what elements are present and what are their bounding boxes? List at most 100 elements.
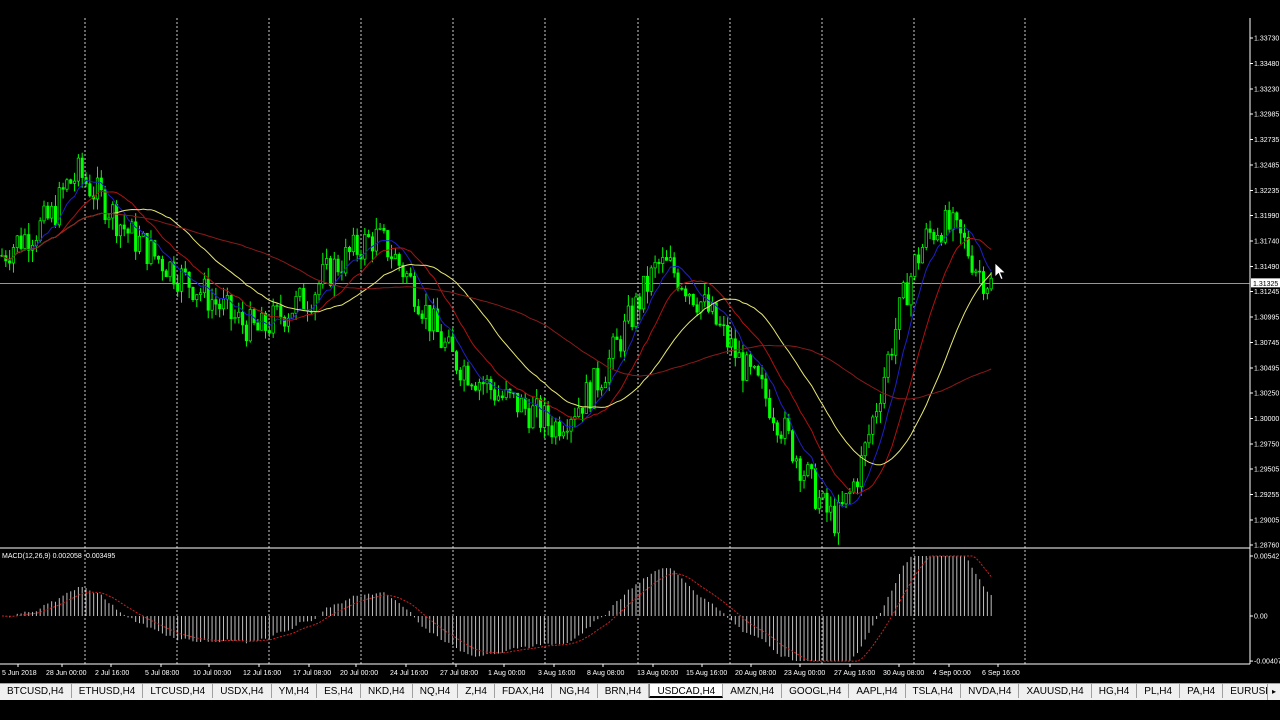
candle-body <box>229 295 233 320</box>
candle-body <box>630 305 634 328</box>
chart-tab-z-h4[interactable]: Z,H4 <box>458 684 495 698</box>
chart-tab-brn-h4[interactable]: BRN,H4 <box>598 684 650 698</box>
candle-body <box>936 235 940 241</box>
chart-tab-nkd-h4[interactable]: NKD,H4 <box>361 684 413 698</box>
candle-body <box>768 397 772 419</box>
chart-tab-usdcad-h4[interactable]: USDCAD,H4 <box>649 684 724 698</box>
price-tick-label: 1.31490 <box>1254 264 1279 271</box>
candle-body <box>798 458 802 481</box>
candle-body <box>561 431 565 437</box>
chart-tab-ethusd-h4[interactable]: ETHUSD,H4 <box>72 684 144 698</box>
chart-tab-amzn-h4[interactable]: AMZN,H4 <box>723 684 783 698</box>
candle-body <box>15 235 19 248</box>
price-tick-label: 1.30000 <box>1254 416 1279 423</box>
candle-body <box>680 287 684 290</box>
candle-body <box>53 206 58 226</box>
chart-tab-ng-h4[interactable]: NG,H4 <box>552 684 598 698</box>
candle-body <box>443 341 447 348</box>
candle-body <box>833 505 837 534</box>
candle-body <box>233 317 237 320</box>
chart-tab-nq-h4[interactable]: NQ,H4 <box>413 684 459 698</box>
candle-body <box>813 468 818 509</box>
candle-body <box>451 336 455 352</box>
candle-body <box>810 464 814 469</box>
chart-tab-ym-h4[interactable]: YM,H4 <box>272 684 318 698</box>
chart-tab-xauusd-h4[interactable]: XAUUSD,H4 <box>1019 684 1092 698</box>
time-tick-label: 15 Aug 16:00 <box>686 670 727 677</box>
candle-body <box>187 271 191 288</box>
candle-body <box>737 352 741 358</box>
price-tick-label: 1.30250 <box>1254 391 1279 398</box>
candle-body <box>336 258 340 273</box>
price-tick-label: 1.32485 <box>1254 163 1279 170</box>
candle-body <box>928 228 932 233</box>
candle-body <box>546 405 550 427</box>
candle-body <box>218 303 222 310</box>
candle-body <box>294 296 298 314</box>
chart-tab-usdx-h4[interactable]: USDX,H4 <box>213 684 272 698</box>
candle-body <box>351 234 355 253</box>
price-chart[interactable]: 1.33730 1.33480 1.33230 1.32985 1.32735 1.324… <box>0 0 1280 683</box>
candle-body <box>989 277 993 290</box>
candle-body <box>176 283 180 292</box>
chart-tab-ltcusd-h4[interactable]: LTCUSD,H4 <box>143 684 214 698</box>
candle-body <box>966 237 970 257</box>
candle-body <box>855 481 860 487</box>
candle-body <box>519 397 523 413</box>
candle-body <box>668 257 672 261</box>
time-tick-label: 4 Sep 00:00 <box>933 670 971 677</box>
candle-body <box>676 272 680 289</box>
candle-body <box>852 481 856 493</box>
chart-tab-tsla-h4[interactable]: TSLA,H4 <box>906 684 962 698</box>
chart-tab-fdax-h4[interactable]: FDAX,H4 <box>495 684 553 698</box>
candle-body <box>363 234 367 260</box>
candle-body <box>355 234 359 255</box>
candle-body <box>558 421 562 437</box>
chart-tab-nvda-h4[interactable]: NVDA,H4 <box>961 684 1020 698</box>
chart-tab-es-h4[interactable]: ES,H4 <box>317 684 362 698</box>
candle-body <box>684 288 688 297</box>
candle-body <box>439 331 443 348</box>
candle-body <box>69 179 73 184</box>
chart-tab-aapl-h4[interactable]: AAPL,H4 <box>849 684 906 698</box>
chart-window[interactable]: 1.33730 1.33480 1.33230 1.32985 1.32735 1.324… <box>0 0 1280 720</box>
chart-tab-pl-h4[interactable]: PL,H4 <box>1137 684 1181 698</box>
candle-body <box>390 256 394 259</box>
candle-body <box>500 395 504 399</box>
candle-body <box>622 320 627 352</box>
candle-body <box>405 273 409 278</box>
time-tick-label: 23 Aug 00:00 <box>784 670 825 677</box>
candle-body <box>275 305 279 308</box>
candle-body <box>302 288 306 311</box>
candle-body <box>493 389 497 401</box>
chart-tab-btcusd-h4[interactable]: BTCUSD,H4 <box>0 684 72 698</box>
candle-body <box>554 421 558 438</box>
price-tick-label: 1.33480 <box>1254 61 1279 68</box>
candle-body <box>691 294 695 306</box>
chart-tab-googl-h4[interactable]: GOOGL,H4 <box>782 684 850 698</box>
candle-body <box>332 258 336 286</box>
chart-tab-hg-h4[interactable]: HG,H4 <box>1092 684 1138 698</box>
chart-tab-bar: BTCUSD,H4 ETHUSD,H4 LTCUSD,H4 USDX,H4 YM,H4 E… <box>0 683 1280 701</box>
macd-tick-label: 0.00 <box>1254 614 1268 621</box>
price-tick-label: 1.31245 <box>1254 289 1279 296</box>
chart-tab-pa-h4[interactable]: PA,H4 <box>1180 684 1224 698</box>
candle-body <box>794 458 798 462</box>
candle-body <box>657 261 661 264</box>
candle-body <box>947 210 951 230</box>
candle-body <box>420 313 424 319</box>
macd-indicator-label: MACD(12,26,9) 0.002058 -0.003495 <box>2 553 115 560</box>
arrow-right-icon[interactable]: ▸ <box>1267 684 1280 700</box>
candle-body <box>653 261 657 269</box>
candle-body <box>367 234 371 238</box>
candle-body <box>978 270 982 273</box>
candle-body <box>871 416 875 435</box>
candle-body <box>126 228 130 234</box>
time-tick-label: 2 Jul 16:00 <box>95 670 129 677</box>
candle-body <box>974 270 978 273</box>
candle-body <box>985 288 989 294</box>
candle-body <box>214 299 218 305</box>
candle-body <box>672 257 676 274</box>
time-tick-label: 5 Jul 08:00 <box>145 670 179 677</box>
candle-body <box>550 425 554 438</box>
